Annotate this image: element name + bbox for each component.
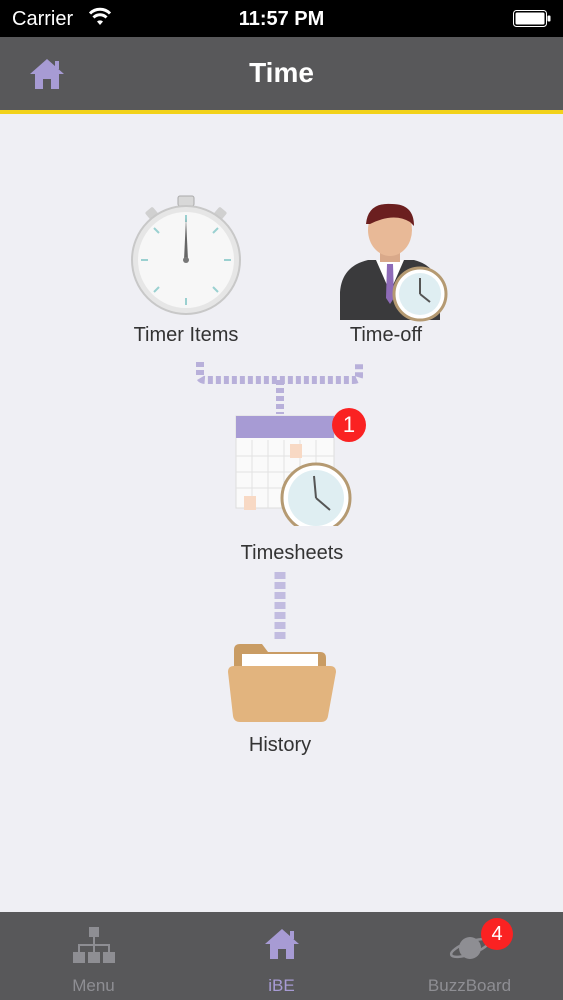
- stopwatch-icon: [131, 195, 241, 315]
- buzzboard-badge: 4: [481, 918, 513, 950]
- tab-menu[interactable]: Menu: [0, 912, 187, 1000]
- time-off-label: Time-off: [349, 324, 423, 346]
- timer-items-label: Timer Items: [133, 324, 239, 346]
- tab-ibe[interactable]: iBE: [188, 912, 375, 1000]
- page-title: Time: [249, 57, 314, 88]
- timesheets-badge: 1: [332, 408, 366, 442]
- org-chart-icon: [72, 927, 115, 963]
- tab-bar: Menu iBE 4 BuzzBoard: [0, 912, 563, 1000]
- tab-buzzboard-label: BuzzBoard: [427, 976, 512, 995]
- time-menu: Timer Items Time-off 1 Timesheets Histor…: [0, 114, 563, 912]
- status-time: 11:57 PM: [238, 8, 325, 30]
- timesheets-label: Timesheets: [240, 542, 344, 564]
- tile-timesheets[interactable]: 1 Timesheets: [212, 408, 372, 570]
- tile-timer-items[interactable]: Timer Items: [116, 192, 256, 352]
- tab-menu-label: Menu: [72, 976, 115, 995]
- history-label: History: [248, 734, 312, 756]
- navigation-bar: Time: [0, 37, 563, 114]
- tab-ibe-label: iBE: [268, 976, 295, 995]
- status-bar: Carrier 11:57 PM: [0, 0, 563, 37]
- home-icon: [264, 929, 299, 959]
- battery-icon: [513, 10, 551, 27]
- tab-buzzboard[interactable]: 4 BuzzBoard: [376, 912, 563, 1000]
- tile-history[interactable]: History: [210, 642, 350, 762]
- tile-time-off[interactable]: Time-off: [316, 196, 456, 352]
- person-clock-icon: [340, 203, 448, 322]
- folder-icon: [228, 644, 336, 722]
